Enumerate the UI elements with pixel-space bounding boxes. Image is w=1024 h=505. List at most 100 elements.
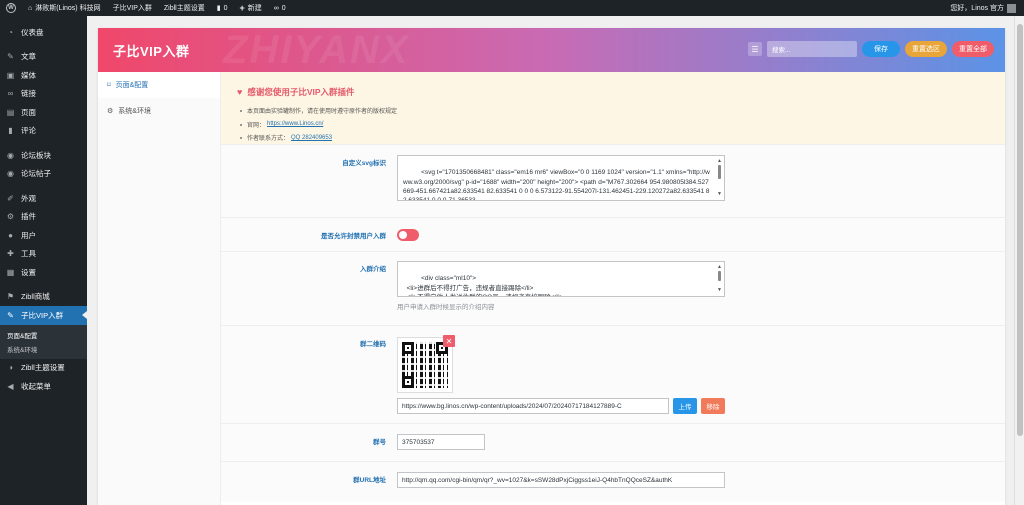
forum-post-icon: ◉ xyxy=(7,169,14,179)
comments-count: 0 xyxy=(223,4,228,12)
reset-all-button[interactable]: 重置全部 xyxy=(952,41,994,57)
textarea-scrollbar[interactable]: ▲ ▼ xyxy=(716,263,723,295)
sidebar-item-appearance[interactable]: ✐ 外观 xyxy=(0,189,87,208)
sidebar-item-collapse[interactable]: ◀ 收起菜单 xyxy=(0,377,87,396)
bookmark-icon: ⌑ xyxy=(107,82,111,89)
avatar xyxy=(1007,3,1016,13)
notice-line: 官网： https://www.Linos.cn/ xyxy=(237,118,1005,132)
remove-button[interactable]: 移除 xyxy=(701,398,725,414)
svg-textarea[interactable]: <svg t="1701350668481" class="em16 mr6" … xyxy=(397,155,725,201)
sidebar-item-label: 评论 xyxy=(21,126,36,136)
greeting-text: 您好，Linos 官方 xyxy=(950,5,1004,12)
reset-section-button[interactable]: 重置选区 xyxy=(905,41,947,57)
plugin-menu-link[interactable]: 子比VIP入群 xyxy=(107,0,158,16)
wordpress-icon: W xyxy=(6,3,16,13)
group-number-input[interactable]: 375703537 xyxy=(397,434,485,450)
site-name-label: 淋败斯(Linos) 科技网 xyxy=(35,5,101,12)
sidebar-item-pages[interactable]: ▤ 页面 xyxy=(0,103,87,122)
sidebar-item-label: 论坛帖子 xyxy=(21,169,51,179)
comment-icon: ▮ xyxy=(216,5,221,12)
ban-toggle-switch[interactable] xyxy=(397,229,419,241)
expand-menu-button[interactable]: ☰ xyxy=(748,42,762,56)
field-hint: 用户申请入群时候显示的介绍内容 xyxy=(397,304,495,311)
field-intro: 入群介绍 <div class="ml10"> <li>进群后不得打广告，违规者… xyxy=(221,252,1005,326)
sidebar-item-label: 页面 xyxy=(21,107,36,117)
link-icon: ∞ xyxy=(7,89,14,99)
search-input[interactable]: 搜索... xyxy=(767,41,857,57)
field-group-url: 群URL地址 http://qm.qq.com/cgi-bin/qm/qr?_w… xyxy=(221,462,1005,502)
sidebar-item-label: 插件 xyxy=(21,212,36,222)
theme-settings-link[interactable]: Zibll主题设置 xyxy=(158,0,211,16)
intro-textarea[interactable]: <div class="ml10"> <li>进群后不得打广告，违规者直接踢除<… xyxy=(397,261,725,297)
plugin-menu-label: 子比VIP入群 xyxy=(112,5,152,12)
notice-heading-text: 感谢您使用子比VIP入群插件 xyxy=(247,87,355,97)
theme-icon: ◑ xyxy=(8,363,13,373)
tab-page-config[interactable]: ⌑ 页面&配置 xyxy=(98,72,220,98)
sidebar-item-plugins[interactable]: ⚙ 插件 xyxy=(0,208,87,227)
submenu-item-page-config[interactable]: 页面&配置 xyxy=(0,328,87,342)
sidebar-item-vip-group[interactable]: ✎ 子比VIP入群 xyxy=(0,306,87,325)
sidebar-item-zibll-theme[interactable]: ◑ Zibll主题设置 xyxy=(0,359,87,378)
dashboard-icon: ◔ xyxy=(8,27,13,37)
upload-button[interactable]: 上传 xyxy=(673,398,697,414)
sidebar-item-forum-boards[interactable]: ◉ 论坛板块 xyxy=(0,146,87,165)
brush-icon: ✐ xyxy=(7,193,14,203)
sidebar-item-comments[interactable]: ▮ 评论 xyxy=(0,122,87,141)
settings-panel: ZHIYANX 子比VIP入群 ☰ 搜索... 保存 重置选区 重置全部 ⌑ 页面… xyxy=(98,28,1005,505)
tab-system-env[interactable]: ⚙ 系统&环境 xyxy=(98,98,220,124)
shop-icon: ⚑ xyxy=(6,292,15,302)
link-icon: ∞ xyxy=(273,4,279,12)
group-url-input[interactable]: http://qm.qq.com/cgi-bin/qm/qr?_wv=1027&… xyxy=(397,472,725,488)
sidebar-item-users[interactable]: ● 用户 xyxy=(0,226,87,245)
admin-sidebar: ◔ 仪表盘 ✎ 文章 ▣ 媒体 ∞ 链接 ▤ 页面 ▮ 评论 ◉ 论坛板块 ◉ 论坛帖子 ✐ 外观… xyxy=(0,16,87,505)
sidebar-item-label: 子比VIP入群 xyxy=(21,310,64,320)
field-ban-toggle: 是否允许封禁用户入群 xyxy=(221,218,1005,252)
header-watermark: ZHIYANX xyxy=(223,28,410,72)
page-icon: ▤ xyxy=(6,107,15,117)
wrench-icon: ✚ xyxy=(7,249,14,259)
theme-settings-label: Zibll主题设置 xyxy=(163,5,205,12)
sidebar-item-forum-posts[interactable]: ◉ 论坛帖子 xyxy=(0,165,87,184)
plugin-icon: ⚙ xyxy=(6,212,15,222)
qq-contact-link[interactable]: QQ 282409653 xyxy=(291,135,332,141)
account-menu[interactable]: 您好，Linos 官方 xyxy=(950,3,1024,13)
sidebar-item-tools[interactable]: ✚ 工具 xyxy=(0,245,87,264)
field-label: 自定义svg标识 xyxy=(342,160,386,167)
qr-code-image xyxy=(402,342,448,388)
heart-icon: ♥ xyxy=(237,87,243,97)
sidebar-item-dashboard[interactable]: ◔ 仪表盘 xyxy=(0,23,87,42)
field-label: 群二维码 xyxy=(360,341,386,348)
remove-image-button[interactable]: ✕ xyxy=(443,335,455,347)
website-link[interactable]: https://www.Linos.cn/ xyxy=(267,121,323,127)
textarea-scrollbar[interactable]: ▲ ▼ xyxy=(716,157,723,199)
sidebar-item-settings[interactable]: ▦ 设置 xyxy=(0,263,87,282)
submenu-item-system-env[interactable]: 系统&环境 xyxy=(0,342,87,356)
page-scrollbar[interactable] xyxy=(1014,16,1024,505)
sidebar-item-zibll-shop[interactable]: ⚑ Zibll商城 xyxy=(0,288,87,307)
qr-url-input[interactable]: https://www.bg.linos.cn/wp-content/uploa… xyxy=(397,398,669,414)
field-qr-code: 群二维码 ✕ https://www.bg.linos.cn/wp-conten… xyxy=(221,326,1005,424)
notice-line-prefix: 作者联系方式： xyxy=(247,136,290,143)
sidebar-item-label: Zibll商城 xyxy=(21,292,50,302)
comments-link[interactable]: ▮ 0 xyxy=(211,0,234,16)
site-name-link[interactable]: ⌂ 淋败斯(Linos) 科技网 xyxy=(22,0,107,16)
sidebar-item-posts[interactable]: ✎ 文章 xyxy=(0,48,87,67)
sidebar-item-label: 文章 xyxy=(21,52,36,62)
sidebar-item-label: 外观 xyxy=(21,193,36,203)
sidebar-item-links[interactable]: ∞ 链接 xyxy=(0,85,87,104)
sidebar-item-label: 设置 xyxy=(21,267,36,277)
svg-textarea-value: <svg t="1701350668481" class="em16 mr6" … xyxy=(403,169,710,201)
new-content-link[interactable]: + 新建 xyxy=(233,0,267,16)
links-link[interactable]: ∞ 0 xyxy=(268,0,292,16)
sidebar-item-label: Zibll主题设置 xyxy=(21,363,65,373)
media-icon: ▣ xyxy=(6,70,15,80)
save-button[interactable]: 保存 xyxy=(862,41,900,57)
new-label: 新建 xyxy=(247,5,262,12)
sidebar-item-media[interactable]: ▣ 媒体 xyxy=(0,66,87,85)
sidebar-item-label: 链接 xyxy=(21,89,36,99)
scrollbar-thumb[interactable] xyxy=(1017,24,1023,436)
settings-content: ♥ 感谢您使用子比VIP入群插件 本页面由实验罐制作，请在使用时遵守原作者的版权规… xyxy=(221,72,1005,505)
wordpress-logo-button[interactable]: W xyxy=(0,0,22,16)
comment-icon: ▮ xyxy=(8,126,13,136)
sidebar-item-label: 仪表盘 xyxy=(21,27,44,37)
